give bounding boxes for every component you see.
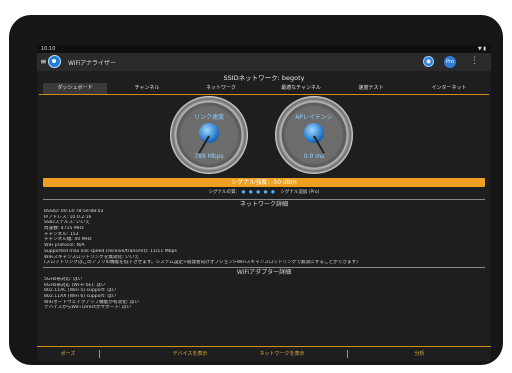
detail-row: デバイスからWiFi Directがサポート: はい	[44, 305, 132, 311]
tab-best-channel[interactable]: 最適なチャンネル	[265, 83, 337, 94]
app-screen: 10:10 ▼ ▮ ≡ WiFiアナライザー ◉ Pro ⋮ SSIDネットワー…	[37, 45, 491, 361]
analyze-button[interactable]: 分析	[348, 347, 491, 361]
network-details-section: ネットワーク詳細 BSSID: 00:14:78:5e:88:02 IPアドレス…	[43, 199, 485, 266]
wifi-info-icon[interactable]: ◉	[423, 56, 434, 67]
app-title: WiFiアナライザー	[68, 60, 117, 67]
status-bar: 10:10 ▼ ▮	[37, 45, 491, 53]
tablet-frame: 10:10 ▼ ▮ ≡ WiFiアナライザー ◉ Pro ⋮ SSIDネットワー…	[9, 15, 503, 365]
globe-icon	[304, 123, 324, 143]
pause-button[interactable]: ポーズ	[37, 347, 99, 361]
footer-bar: ポーズ デバイスを表示 ネットワークを表示 分析	[37, 346, 491, 361]
app-logo-icon	[48, 55, 61, 68]
globe-icon	[199, 123, 219, 143]
tab-channel[interactable]: チャンネル	[115, 83, 179, 94]
gauge-value: 788 Mbps	[194, 153, 224, 160]
ssid-header: SSIDネットワーク: begoty	[223, 74, 305, 82]
adapter-details-section: WiFiアダプター詳細 5GHz帯対応: はい 6GHz帯対応 (Wi-Fi 6…	[43, 266, 485, 311]
network-details-title: ネットワーク詳細	[239, 201, 288, 208]
tab-bar: ダッシュボード チャンネル ネットワーク 最適なチャンネル 速度テスト インター…	[37, 83, 491, 95]
app-bar: ≡ WiFiアナライザー ◉ Pro ⋮	[37, 53, 491, 71]
signal-strength-bar: シグナル強度: -50 dBm	[43, 178, 485, 187]
tab-dashboard[interactable]: ダッシュボード	[43, 83, 107, 94]
show-networks-button[interactable]: ネットワークを表示	[217, 347, 347, 361]
tab-network[interactable]: ネットワーク	[189, 83, 253, 94]
adapter-details-title: WiFiアダプター詳細	[236, 268, 292, 276]
gauge-label: リンク速度	[193, 114, 224, 121]
gauge-panel: リンク速度 788 Mbps APレイテンシ 0.0 ms	[37, 94, 491, 174]
link-speed-gauge: リンク速度 788 Mbps	[170, 96, 248, 174]
status-icons: ▼ ▮	[477, 46, 486, 52]
tab-speed-test[interactable]: 速度テスト	[339, 83, 403, 94]
detail-row: (スロットリングはこのアプリの機能を低下させます。システム設定>開発者向けオプシ…	[44, 260, 358, 266]
signal-detect-link[interactable]: シグナル追加 (Pro)	[280, 190, 319, 195]
hamburger-icon[interactable]: ≡	[40, 57, 47, 66]
more-vert-icon[interactable]: ⋮	[470, 56, 479, 66]
pro-button[interactable]: Pro	[444, 56, 456, 68]
signal-quality-label: シグナルの質:	[208, 190, 238, 195]
gauge-value: 0.0 ms	[303, 153, 325, 160]
signal-strength-text: シグナル強度: -50 dBm	[231, 179, 297, 186]
gauge-label: APレイテンシ	[295, 114, 333, 121]
ap-latency-gauge: APレイテンシ 0.0 ms	[275, 96, 353, 174]
tab-internet[interactable]: インターネット	[413, 83, 485, 94]
signal-quality-row: シグナルの質: ● ● ● ● ● シグナル追加 (Pro)	[37, 189, 491, 196]
status-time: 10:10	[41, 46, 56, 52]
signal-quality-dots: ● ● ● ● ●	[241, 190, 276, 195]
